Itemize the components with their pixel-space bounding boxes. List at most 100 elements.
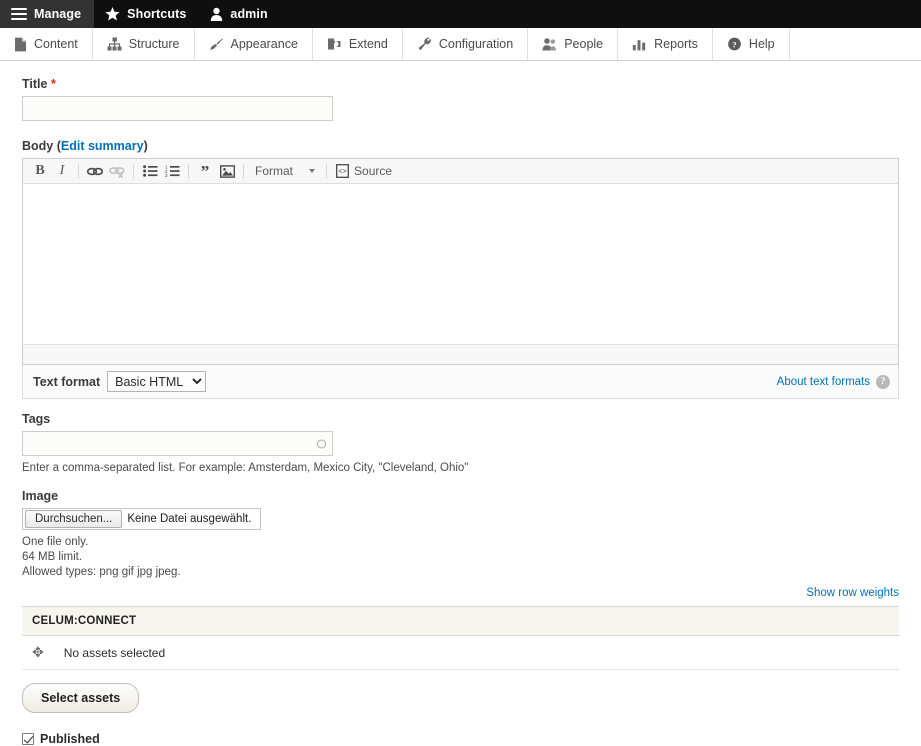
toolbar-separator: [78, 164, 79, 179]
show-row-weights-row: Show row weights: [22, 580, 899, 606]
toolbar-shortcuts-label: Shortcuts: [127, 7, 186, 21]
tags-description: Enter a comma-separated list. For exampl…: [22, 461, 899, 476]
text-format-right: About text formats ?: [777, 375, 890, 389]
bar-chart-icon: [632, 37, 647, 51]
menu-item-label: Extend: [349, 37, 388, 51]
menu-item-label: Configuration: [439, 37, 513, 51]
toolbar-separator: [133, 164, 134, 179]
image-description-2: 64 MB limit.: [22, 550, 899, 565]
select-assets-button[interactable]: Select assets: [22, 683, 139, 713]
body-label: Body (Edit summary): [22, 139, 899, 153]
numbered-list-icon[interactable]: 123: [161, 161, 183, 182]
image-field-wrapper: Image Durchsuchen... Keine Datei ausgewä…: [22, 489, 899, 580]
format-dropdown[interactable]: Format: [249, 161, 321, 182]
bulleted-list-icon[interactable]: [139, 161, 161, 182]
body-field-wrapper: Body (Edit summary) B I 123: [22, 139, 899, 399]
browse-button[interactable]: Durchsuchen...: [25, 510, 122, 528]
question-mark-icon: ?: [727, 37, 742, 51]
tags-label: Tags: [22, 412, 899, 426]
format-label: Format: [255, 164, 293, 178]
drag-handle-cell[interactable]: ✥: [22, 636, 54, 670]
svg-text:3: 3: [165, 173, 168, 177]
document-icon: [14, 37, 27, 52]
ckeditor-toolbar: B I 123 ”: [23, 159, 898, 184]
menu-item-extend[interactable]: Extend: [313, 28, 403, 60]
source-label: Source: [354, 164, 392, 178]
menu-item-label: Reports: [654, 37, 698, 51]
celum-empty-message: No assets selected: [54, 636, 899, 670]
celum-table-head: CELUM:CONNECT: [22, 607, 899, 636]
source-page-icon: <>: [336, 164, 349, 178]
required-marker: *: [51, 77, 56, 91]
autocomplete-throbber-icon: [317, 439, 326, 448]
link-icon[interactable]: [84, 161, 106, 182]
menu-item-reports[interactable]: Reports: [618, 28, 713, 60]
paintbrush-icon: [209, 37, 224, 51]
file-status-text: Keine Datei ausgewählt.: [127, 513, 260, 525]
menu-item-people[interactable]: People: [528, 28, 618, 60]
wrench-icon: [417, 37, 432, 51]
user-icon: [210, 7, 223, 21]
menu-item-content[interactable]: Content: [0, 28, 93, 60]
italic-button[interactable]: I: [51, 161, 73, 182]
edit-summary-link[interactable]: Edit summary: [61, 139, 144, 153]
source-button[interactable]: <> Source: [332, 164, 396, 178]
ckeditor-footer: [23, 344, 898, 364]
text-format-row: Text format Basic HTML About text format…: [22, 365, 899, 399]
title-label-text: Title: [22, 77, 47, 91]
celum-header-row: CELUM:CONNECT: [22, 607, 899, 636]
toolbar-account-button[interactable]: admin: [199, 0, 280, 28]
toolbar-separator: [188, 164, 189, 179]
title-field-wrapper: Title *: [22, 77, 899, 121]
published-checkbox-row[interactable]: Published: [22, 732, 899, 746]
text-format-select[interactable]: Basic HTML: [107, 371, 206, 392]
toolbar-separator: [326, 164, 327, 179]
celum-connect-table: CELUM:CONNECT ✥ No assets selected: [22, 606, 899, 670]
menu-item-label: Structure: [129, 37, 180, 51]
unlink-icon: [106, 161, 128, 182]
show-row-weights-link[interactable]: Show row weights: [806, 587, 899, 599]
ckeditor: B I 123 ”: [22, 158, 899, 365]
menu-item-structure[interactable]: Structure: [93, 28, 195, 60]
toolbar-manage-button[interactable]: Manage: [0, 0, 94, 28]
toolbar-manage-label: Manage: [34, 7, 81, 21]
bold-button[interactable]: B: [29, 161, 51, 182]
table-row: ✥ No assets selected: [22, 636, 899, 670]
blockquote-glyph: ”: [201, 166, 210, 177]
menu-item-help[interactable]: ? Help: [713, 28, 790, 60]
move-cross-icon[interactable]: ✥: [32, 644, 44, 660]
hamburger-menu-icon: [11, 8, 27, 20]
toolbar-account-label: admin: [230, 7, 267, 21]
admin-menu-bar: Content Structure Appearance Extend Conf…: [0, 28, 921, 61]
published-checkbox[interactable]: [22, 733, 34, 745]
menu-item-configuration[interactable]: Configuration: [403, 28, 528, 60]
about-text-formats-link[interactable]: About text formats: [777, 376, 870, 388]
star-icon: [105, 7, 120, 21]
title-input[interactable]: [22, 96, 333, 121]
blockquote-icon[interactable]: ”: [194, 161, 216, 182]
body-editable-area[interactable]: [23, 184, 898, 344]
published-label: Published: [40, 732, 100, 746]
help-icon[interactable]: ?: [876, 375, 890, 389]
image-file-input[interactable]: Durchsuchen... Keine Datei ausgewählt.: [22, 508, 261, 530]
chevron-down-icon: [309, 169, 315, 173]
image-icon[interactable]: [216, 161, 238, 182]
menu-item-label: People: [564, 37, 603, 51]
tags-input[interactable]: [22, 431, 333, 456]
menu-item-label: Appearance: [231, 37, 298, 51]
tags-input-wrap: [22, 431, 333, 456]
sitemap-icon: [107, 37, 122, 51]
toolbar-separator: [243, 164, 244, 179]
menu-item-label: Content: [34, 37, 78, 51]
node-edit-form: Title * Body (Edit summary) B I: [0, 61, 921, 746]
people-icon: [542, 37, 557, 51]
image-description-3: Allowed types: png gif jpg jpeg.: [22, 565, 899, 580]
menu-item-appearance[interactable]: Appearance: [195, 28, 313, 60]
toolbar-shortcuts-button[interactable]: Shortcuts: [94, 0, 199, 28]
body-label-text: Body: [22, 139, 53, 153]
admin-toolbar: Manage Shortcuts admin: [0, 0, 921, 28]
image-label: Image: [22, 489, 899, 503]
text-format-left: Text format Basic HTML: [33, 371, 206, 392]
menu-item-label: Help: [749, 37, 775, 51]
image-description-1: One file only.: [22, 535, 899, 550]
